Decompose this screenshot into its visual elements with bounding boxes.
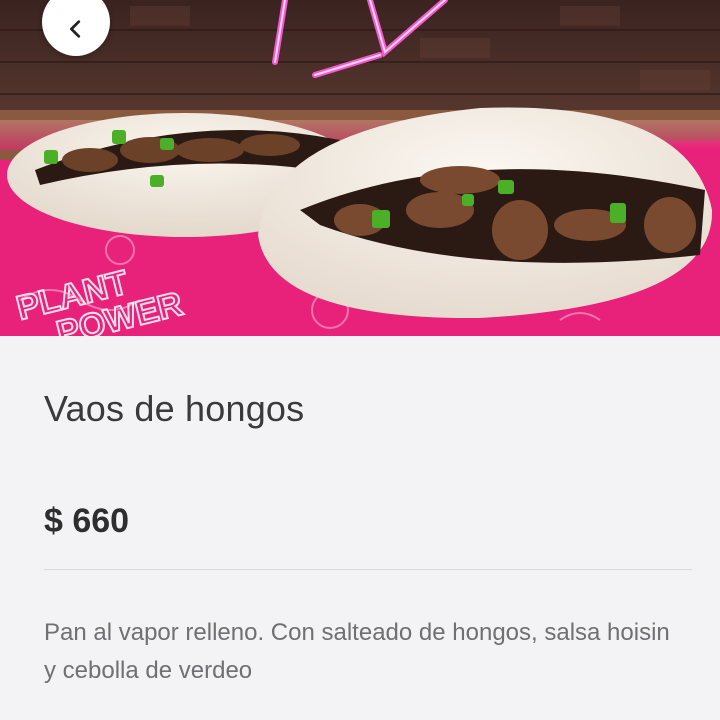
product-description: Pan al vapor relleno. Con salteado de ho…: [44, 619, 670, 684]
divider: [44, 569, 692, 570]
product-info-panel: Vaos de hongos $ 660 Pan al vapor rellen…: [0, 336, 720, 720]
chevron-left-icon: [70, 20, 81, 38]
hero-photo: PLANT POWER: [0, 0, 720, 336]
product-title: Vaos de hongos: [44, 388, 305, 429]
product-price: $ 660: [44, 502, 130, 540]
product-hero-image: PLANT POWER: [0, 0, 720, 336]
